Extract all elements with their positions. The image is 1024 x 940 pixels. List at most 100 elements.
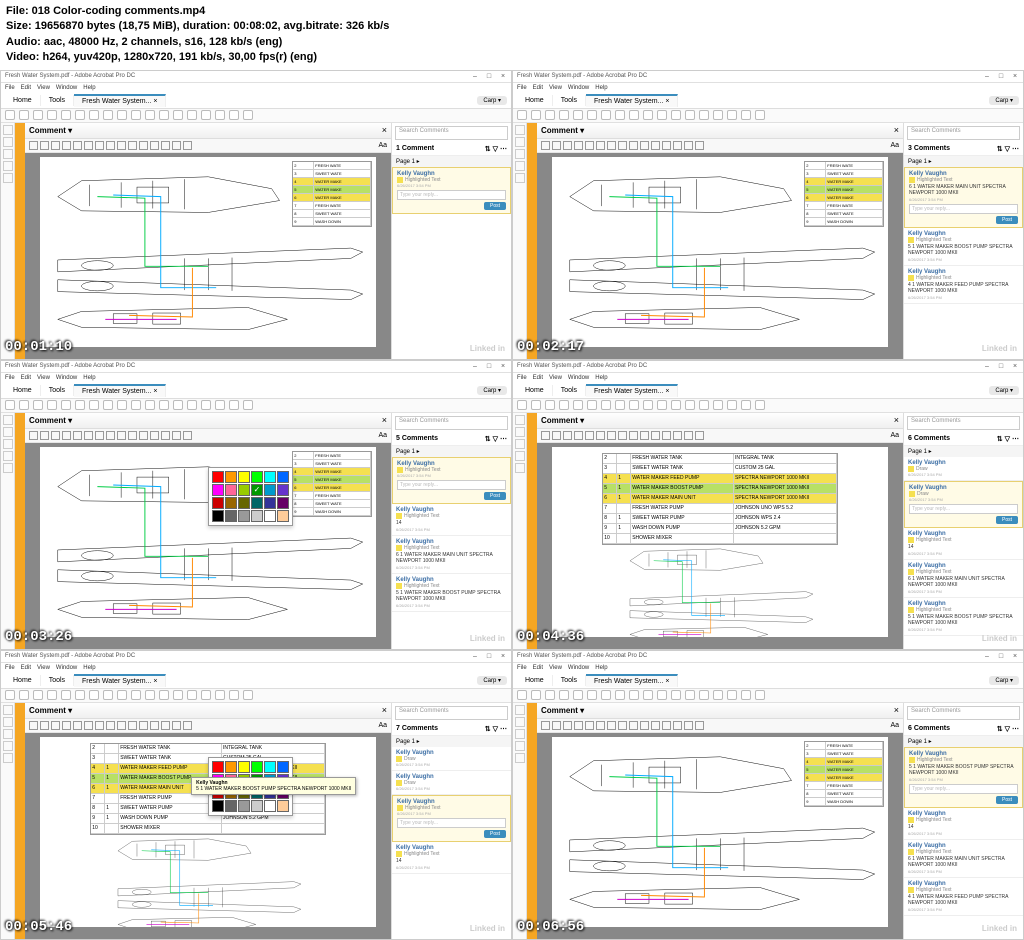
annotation-tool[interactable] [684,141,693,150]
annotation-tool[interactable] [695,141,704,150]
post-button[interactable]: Post [996,516,1018,524]
tab-home[interactable]: Home [5,675,41,686]
color-swatch[interactable] [238,510,250,522]
tab-document[interactable]: Fresh Water System... × [586,674,678,687]
comment-item[interactable]: Kelly Vaughn Highlighted Text4 1 WATER M… [904,878,1023,916]
annotation-tool[interactable] [684,431,693,440]
sort-icon[interactable]: ⇅ [485,725,491,733]
annotation-tool[interactable] [128,431,137,440]
color-swatch[interactable] [264,471,276,483]
sort-icon[interactable]: ⇅ [997,145,1003,153]
reply-input[interactable]: Type your reply... [909,504,1018,514]
comment-item[interactable]: Kelly Vaughn Highlighted Text6/26/2017 3… [392,795,511,842]
toolbar-button[interactable] [713,690,723,700]
toolbar-button[interactable] [173,400,183,410]
annotation-tool[interactable] [563,721,572,730]
pdf-page[interactable]: 2FRESH WATE3SWEET WATE4WATER MAKE5WATER … [552,157,889,347]
comment-item[interactable]: Kelly Vaughn Draw6/26/2017 3:54 PMType y… [904,481,1023,528]
sort-icon[interactable]: ⇅ [485,145,491,153]
annotation-tool[interactable] [150,721,159,730]
toolbar-button[interactable] [713,400,723,410]
more-icon[interactable]: ⋯ [500,435,507,443]
menu-item[interactable]: Window [56,665,77,671]
rail-icon[interactable] [3,125,13,135]
comment-item[interactable]: Kelly Vaughn Highlighted Text6 1 WATER M… [392,536,511,574]
color-swatch[interactable] [225,497,237,509]
menu-item[interactable]: File [517,375,527,381]
sort-icon[interactable]: ⇅ [485,435,491,443]
table-row[interactable]: 7FRESH WATER PUMPJOHNSON UNO WPS 5.2 [603,504,837,514]
toolbar-button[interactable] [727,400,737,410]
color-swatch[interactable] [212,800,224,812]
search-comments-input[interactable]: Search Comments [395,706,508,720]
annotation-tool[interactable] [106,431,115,440]
rail-icon[interactable] [3,427,13,437]
annotation-tool[interactable] [585,721,594,730]
tab-close-icon[interactable]: × [665,388,669,395]
annotation-tool[interactable] [640,141,649,150]
toolbar-button[interactable] [545,400,555,410]
toolbar-button[interactable] [173,690,183,700]
comment-item[interactable]: Kelly Vaughn Highlighted Text4 1 WATER M… [904,266,1023,304]
rail-icon[interactable] [515,451,525,461]
toolbar-button[interactable] [215,110,225,120]
menu-item[interactable]: View [549,85,562,91]
annotation-tool[interactable] [51,431,60,440]
tab-home[interactable]: Home [5,385,41,396]
annotation-tool[interactable] [95,721,104,730]
color-swatch[interactable] [277,484,289,496]
color-swatch[interactable] [251,484,263,496]
tab-tools[interactable]: Tools [553,385,586,396]
minimize-icon[interactable]: – [471,362,479,370]
color-swatch[interactable] [277,800,289,812]
maximize-icon[interactable]: □ [485,72,493,80]
post-button[interactable]: Post [484,492,506,500]
rail-icon[interactable] [3,729,13,739]
menu-item[interactable]: View [37,85,50,91]
filter-icon[interactable]: ▽ [1005,145,1010,153]
menu-item[interactable]: Help [83,375,95,381]
annotation-tool[interactable] [563,431,572,440]
annotation-tool[interactable] [150,431,159,440]
toolbar-button[interactable] [643,110,653,120]
toolbar-button[interactable] [61,400,71,410]
close-icon[interactable]: × [499,72,507,80]
color-swatch[interactable] [277,497,289,509]
color-swatch[interactable] [277,761,289,773]
color-swatch[interactable] [225,761,237,773]
rail-icon[interactable] [3,415,13,425]
table-row[interactable]: 91WASH DOWN PUMPJOHNSON 5.2 GPM [603,524,837,534]
search-comments-input[interactable]: Search Comments [395,416,508,430]
panel-close-icon[interactable]: × [382,415,387,425]
toolbar-button[interactable] [131,400,141,410]
tab-home[interactable]: Home [517,385,553,396]
toolbar-button[interactable] [531,400,541,410]
annotation-tool[interactable] [596,141,605,150]
toolbar-button[interactable] [187,690,197,700]
menu-item[interactable]: Window [568,375,589,381]
color-swatch[interactable] [251,800,263,812]
more-icon[interactable]: ⋯ [500,145,507,153]
color-swatch[interactable] [277,471,289,483]
toolbar-button[interactable] [173,110,183,120]
toolbar-button[interactable] [201,690,211,700]
annotation-tool[interactable] [607,721,616,730]
toolbar-button[interactable] [699,400,709,410]
annotation-tool[interactable] [563,141,572,150]
toolbar-button[interactable] [159,690,169,700]
annotation-tool[interactable] [62,721,71,730]
annotation-tool[interactable] [40,141,49,150]
color-swatch[interactable] [238,800,250,812]
rail-icon[interactable] [3,161,13,171]
annotation-tool[interactable] [640,431,649,440]
maximize-icon[interactable]: □ [997,652,1005,660]
text-format-label[interactable]: Aa [378,432,387,439]
toolbar-button[interactable] [545,110,555,120]
toolbar-button[interactable] [5,110,15,120]
toolbar-button[interactable] [61,110,71,120]
tab-document[interactable]: Fresh Water System... × [74,384,166,397]
toolbar-button[interactable] [131,110,141,120]
toolbar-button[interactable] [19,690,29,700]
reply-input[interactable]: Type your reply... [909,204,1018,214]
toolbar-button[interactable] [89,690,99,700]
